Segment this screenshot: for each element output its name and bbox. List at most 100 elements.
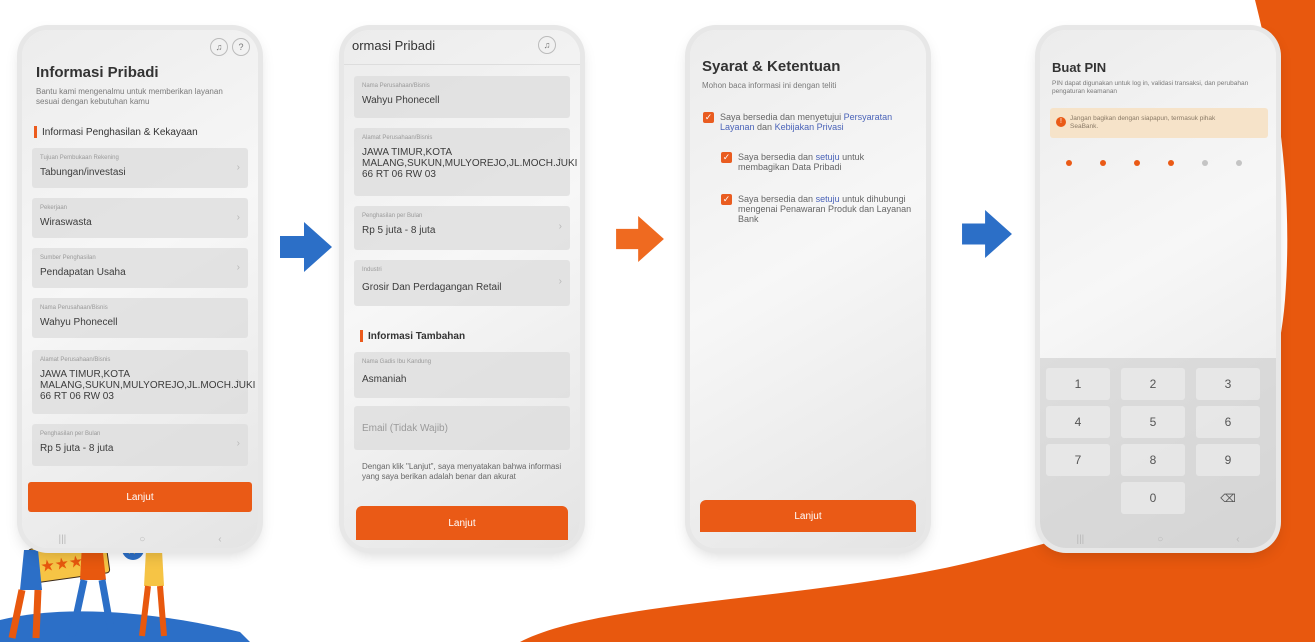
privacy-policy-link[interactable]: Kebijakan Privasi [775,122,844,132]
section-bar [34,126,37,138]
section-header: Informasi Penghasilan & Kekayaan [34,126,198,138]
consent-checkbox-terms[interactable]: ✓ [703,112,714,123]
bell-icon[interactable]: ♫ [538,36,556,54]
field-value: Rp 5 juta - 8 juta [40,443,114,454]
field-label: Industri [362,267,382,273]
consent-text: Saya bersedia dan [738,152,816,162]
chevron-right-icon: › [236,438,240,449]
keypad-key-9[interactable]: 9 [1196,444,1260,476]
phone-screen-personal-info-continued: ♫ ormasi Pribadi Nama Perusahaan/Bisnis … [344,30,580,548]
section-header: Informasi Tambahan [360,330,465,342]
phone-screen-personal-info: ♫ ? Informasi Pribadi Bantu kami mengena… [22,30,258,548]
field-label: Sumber Penghasilan [40,255,96,261]
consent-checkbox-data-sharing[interactable]: ✓ [721,152,732,163]
field-account-purpose[interactable]: Tujuan Pembukaan Rekening Tabungan/inves… [32,148,248,188]
continue-button[interactable]: Lanjut [700,500,916,532]
field-label: Nama Gadis Ibu Kandung [362,359,432,365]
section-bar [360,330,363,342]
field-label: Penghasilan per Bulan [40,431,101,437]
consent-marketing-text: Saya bersedia dan setuju untuk dihubungi… [738,194,920,224]
recent-apps-icon[interactable]: ||| [58,534,66,545]
field-income-source[interactable]: Sumber Penghasilan Pendapatan Usaha › [32,248,248,288]
consent-text: Saya bersedia dan menyetujui [720,112,844,122]
keypad-key-6[interactable]: 6 [1196,406,1260,438]
page-subtitle: PIN dapat digunakan untuk log in, valida… [1052,80,1249,95]
keypad-key-4[interactable]: 4 [1046,406,1110,438]
check-icon: ✓ [722,194,731,204]
consent-checkbox-marketing[interactable]: ✓ [721,194,732,205]
field-value: Asmaniah [362,374,407,385]
email-field[interactable]: Email (Tidak Wajib) [354,406,570,450]
field-company-address[interactable]: Alamat Perusahaan/Bisnis JAWA TIMUR,KOTA… [354,128,578,196]
field-monthly-income[interactable]: Penghasilan per Bulan Rp 5 juta - 8 juta… [32,424,248,466]
field-value: Wiraswasta [40,217,92,228]
keypad-key-2[interactable]: 2 [1121,368,1185,400]
agree-link[interactable]: setuju [816,194,840,204]
email-placeholder: Email (Tidak Wajib) [362,423,448,434]
pin-dot-empty [1236,160,1242,166]
keypad-key-3[interactable]: 3 [1196,368,1260,400]
field-monthly-income[interactable]: Penghasilan per Bulan Rp 5 juta - 8 juta… [354,206,570,250]
field-value: Wahyu Phonecell [362,95,440,106]
field-occupation[interactable]: Pekerjaan Wiraswasta › [32,198,248,238]
arrow-right-icon [280,222,332,272]
keypad-key-5[interactable]: 5 [1121,406,1185,438]
page-title: Buat PIN [1052,60,1107,75]
consent-text: dan [754,122,775,132]
recent-apps-icon[interactable]: ||| [1076,534,1084,545]
field-value: JAWA TIMUR,KOTA MALANG,SUKUN,MULYOREJO,J… [40,369,256,402]
field-value: JAWA TIMUR,KOTA MALANG,SUKUN,MULYOREJO,J… [362,147,578,180]
keypad-key-1[interactable]: 1 [1046,368,1110,400]
field-label: Nama Perusahaan/Bisnis [362,83,430,89]
mother-maiden-name-input[interactable]: Nama Gadis Ibu Kandung Asmaniah [354,352,570,398]
warning-text: Jangan bagikan dengan siapapun, termasuk… [1070,115,1216,130]
page-subtitle: Bantu kami mengenalmu untuk memberikan l… [36,87,223,106]
keypad-key-8[interactable]: 8 [1121,444,1185,476]
field-label: Pekerjaan [40,205,68,211]
field-company-name[interactable]: Nama Perusahaan/Bisnis Wahyu Phonecell [32,298,248,338]
field-label: Penghasilan per Bulan [362,213,423,219]
keypad-key-0[interactable]: 0 [1121,482,1185,514]
chevron-right-icon: › [236,212,240,223]
back-icon[interactable]: ‹ [1236,534,1239,545]
check-icon: ✓ [722,152,731,162]
chevron-right-icon: › [236,162,240,173]
phone-screen-terms: Syarat & Ketentuan Mohon baca informasi … [690,30,926,548]
field-label: Alamat Perusahaan/Bisnis [40,357,111,363]
header-divider [344,64,580,65]
android-nav-bar: ||| ○ ‹ [22,530,258,548]
field-label: Tujuan Pembukaan Rekening [40,155,119,161]
section-title: Informasi Tambahan [368,330,466,342]
bell-icon[interactable]: ♫ [210,38,228,56]
continue-button[interactable]: Lanjut [356,506,568,540]
field-company-address[interactable]: Alamat Perusahaan/Bisnis JAWA TIMUR,KOTA… [32,350,256,414]
chevron-right-icon: › [558,154,562,165]
page-subtitle: Mohon baca informasi ini dengan teliti [702,81,837,90]
chevron-right-icon: › [236,262,240,273]
continue-button[interactable]: Lanjut [28,482,252,512]
back-icon[interactable]: ‹ [218,534,221,545]
help-icon[interactable]: ? [232,38,250,56]
pin-dot-filled [1066,160,1072,166]
security-warning-banner: ! Jangan bagikan dengan siapapun, termas… [1050,108,1268,138]
home-icon[interactable]: ○ [139,534,145,545]
backspace-icon[interactable]: ⌫ [1196,482,1260,514]
field-value: Grosir Dan Perdagangan Retail [362,282,502,293]
field-company-name[interactable]: Nama Perusahaan/Bisnis Wahyu Phonecell [354,76,570,118]
field-value: Rp 5 juta - 8 juta [362,225,436,236]
field-label: Nama Perusahaan/Bisnis [40,305,108,311]
pin-dot-filled [1134,160,1140,166]
field-label: Alamat Perusahaan/Bisnis [362,135,433,141]
page-title: ormasi Pribadi [352,38,436,53]
home-icon[interactable]: ○ [1157,534,1163,545]
consent-terms-text: Saya bersedia dan menyetujui Persyaratan… [720,112,916,132]
field-value: Tabungan/investasi [40,167,126,178]
chevron-right-icon: › [558,276,562,287]
consent-data-sharing-text: Saya bersedia dan setuju untuk membagika… [738,152,914,172]
keypad-key-7[interactable]: 7 [1046,444,1110,476]
agree-link[interactable]: setuju [816,152,840,162]
page-title: Informasi Pribadi [36,64,159,81]
section-title: Informasi Penghasilan & Kekayaan [42,126,198,138]
pin-dot-empty [1202,160,1208,166]
field-industry[interactable]: Industri Grosir Dan Perdagangan Retail › [354,260,570,306]
